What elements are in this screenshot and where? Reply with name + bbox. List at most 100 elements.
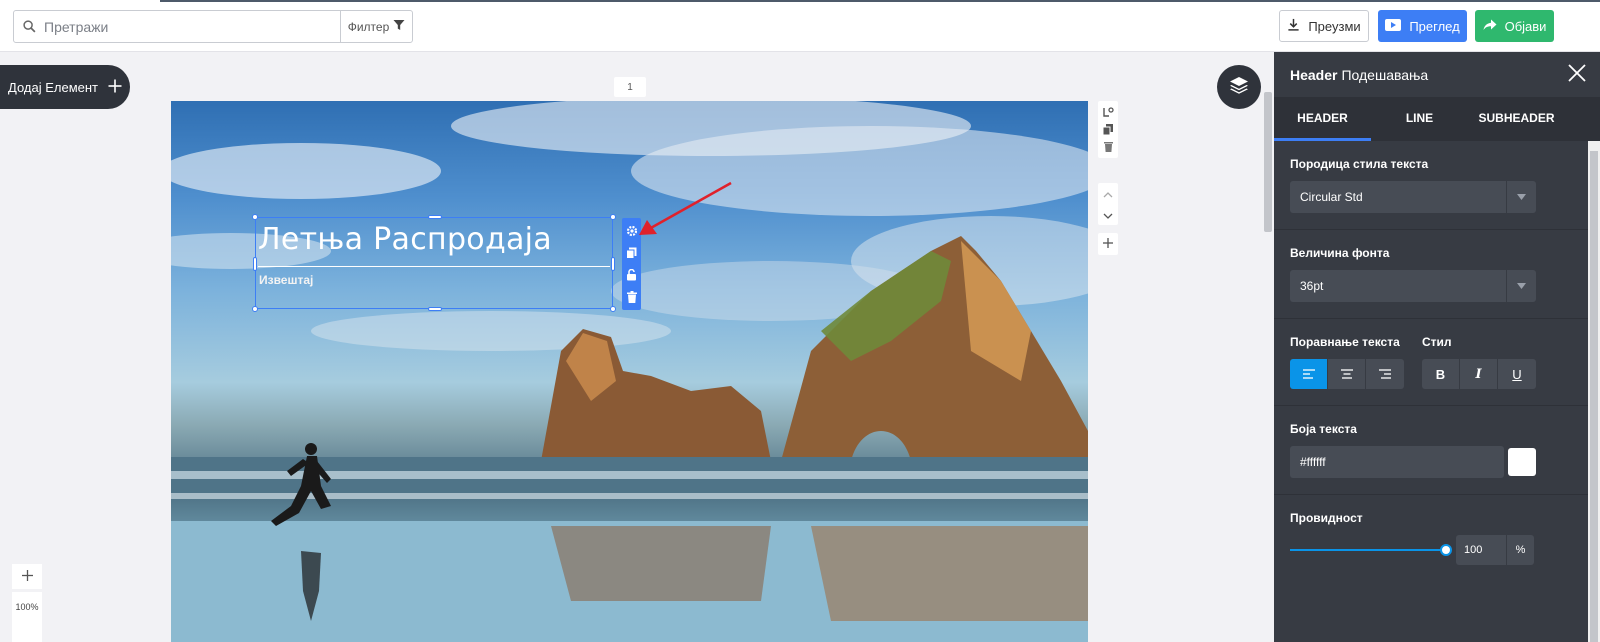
alignment-label: Поравнање текста (1290, 335, 1400, 349)
page-move-controls (1098, 183, 1118, 225)
italic-button[interactable]: I (1460, 359, 1498, 389)
alignment-style-controls: B I U (1290, 359, 1584, 389)
text-color-swatch[interactable] (1508, 448, 1536, 476)
font-size-value: 36pt (1300, 279, 1324, 293)
opacity-slider[interactable] (1290, 543, 1452, 557)
align-right-icon[interactable] (1366, 359, 1404, 389)
page-delete-icon[interactable] (1103, 141, 1113, 152)
top-accent-line (160, 0, 1600, 2)
opacity-section: Провидност 100 % (1274, 495, 1600, 581)
opacity-unit: % (1506, 535, 1534, 565)
preview-label: Преглед (1409, 18, 1460, 34)
font-size-select[interactable]: 36pt (1290, 270, 1536, 302)
resize-handle-left[interactable] (253, 257, 257, 271)
font-family-label: Породица стила текста (1290, 157, 1429, 171)
align-left-icon[interactable] (1290, 359, 1328, 389)
font-size-label: Величина фонта (1290, 246, 1390, 260)
resize-handle-top-left[interactable] (252, 214, 258, 220)
canvas-scrollbar-thumb[interactable] (1264, 92, 1272, 232)
font-family-section: Породица стила текста Circular Std (1274, 141, 1600, 230)
opacity-controls: 100 % (1290, 535, 1584, 565)
header-text[interactable]: Летња Распродаја (258, 222, 552, 257)
zoom-plus-icon (21, 568, 33, 586)
text-color-section: Боја текста #ffffff (1274, 406, 1600, 495)
page-tools (1098, 101, 1118, 158)
opacity-number-group: 100 % (1456, 535, 1534, 565)
canvas-scrollbar[interactable] (1262, 52, 1274, 642)
bold-button[interactable]: B (1422, 359, 1460, 389)
search-input[interactable] (44, 11, 340, 42)
panel-scrollbar-thumb[interactable] (1590, 151, 1598, 642)
add-page-button[interactable] (1098, 233, 1118, 255)
resize-handle-bottom-right[interactable] (610, 306, 616, 312)
text-color-row: #ffffff (1290, 446, 1584, 478)
layers-icon (1229, 76, 1249, 99)
filter-button[interactable]: Филтер (340, 11, 412, 42)
caret-down-icon (1506, 181, 1536, 213)
filter-label: Филтер (347, 19, 390, 34)
opacity-label: Провидност (1290, 511, 1363, 525)
beach-background-image (171, 101, 1088, 642)
text-color-label: Боја текста (1290, 422, 1357, 436)
font-family-value: Circular Std (1300, 190, 1363, 204)
annotation-arrow (639, 181, 732, 235)
resize-handle-bottom-left[interactable] (252, 306, 258, 312)
publish-button[interactable]: Објави (1475, 10, 1554, 42)
preview-button[interactable]: Преглед (1378, 10, 1467, 42)
caret-down-icon (1506, 270, 1536, 302)
resize-handle-top[interactable] (428, 215, 442, 219)
top-bar: Филтер Преузми Преглед Објави (0, 0, 1600, 52)
align-center-icon[interactable] (1328, 359, 1366, 389)
layers-button[interactable] (1217, 65, 1261, 109)
tab-line[interactable]: LINE (1371, 97, 1468, 141)
download-button[interactable]: Преузми (1279, 10, 1369, 42)
panel-title-element: Header (1290, 66, 1338, 83)
unlock-icon[interactable] (626, 269, 637, 281)
alignment-style-section: Поравнање текста Стил B I U (1274, 319, 1600, 406)
tab-subheader[interactable]: SUBHEADER (1468, 97, 1565, 141)
alignment-style-labels: Поравнање текста Стил (1290, 335, 1584, 349)
page-number-badge: 1 (614, 77, 646, 97)
panel-header: Header Подешавања (1274, 52, 1600, 97)
subheader-text[interactable]: Извештај (259, 273, 313, 287)
add-page-plus-icon (1103, 235, 1113, 253)
resize-handle-right[interactable] (611, 257, 615, 271)
canvas-page[interactable] (171, 101, 1088, 642)
zoom-in-button[interactable] (12, 564, 42, 589)
add-element-label: Додај Елемент (8, 79, 98, 95)
resize-handle-bottom[interactable] (428, 307, 442, 311)
panel-scrollbar[interactable] (1588, 141, 1600, 642)
opacity-slider-fill (1290, 549, 1446, 551)
download-icon (1287, 18, 1300, 34)
delete-trash-icon[interactable] (626, 291, 637, 303)
duplicate-icon[interactable] (626, 247, 637, 259)
search-icon (14, 11, 44, 42)
zoom-level: 100% (12, 592, 42, 642)
panel-tabs: HEADER LINE SUBHEADER (1274, 97, 1600, 141)
underline-button[interactable]: U (1498, 359, 1536, 389)
chevron-up-icon[interactable] (1103, 185, 1113, 203)
chevron-down-icon[interactable] (1103, 206, 1113, 224)
font-size-section: Величина фонта 36pt (1274, 230, 1600, 319)
text-color-input[interactable]: #ffffff (1290, 446, 1504, 478)
text-style-toggle-group: B I U (1422, 359, 1536, 389)
search-box: Филтер (13, 10, 413, 43)
page-duplicate-icon[interactable] (1103, 124, 1113, 135)
opacity-input[interactable]: 100 (1456, 535, 1506, 565)
alignment-toggle-group (1290, 359, 1404, 389)
style-label: Стил (1422, 335, 1452, 349)
add-element-button[interactable]: Додај Елемент (0, 65, 130, 109)
settings-panel: Header Подешавања HEADER LINE SUBHEADER … (1274, 52, 1600, 642)
opacity-slider-knob[interactable] (1440, 544, 1452, 556)
font-family-select[interactable]: Circular Std (1290, 181, 1536, 213)
plus-icon (108, 79, 122, 96)
publish-label: Објави (1504, 18, 1547, 34)
share-arrow-icon (1483, 19, 1497, 34)
download-label: Преузми (1308, 18, 1361, 34)
resize-handle-top-right[interactable] (610, 214, 616, 220)
tab-header[interactable]: HEADER (1274, 97, 1371, 141)
line-element[interactable] (258, 266, 610, 267)
filter-icon (393, 19, 405, 34)
paint-bucket-icon[interactable] (1102, 107, 1114, 118)
close-icon[interactable] (1568, 64, 1586, 82)
